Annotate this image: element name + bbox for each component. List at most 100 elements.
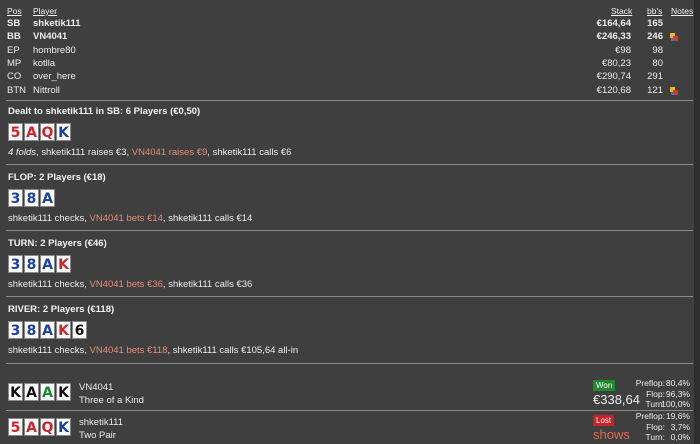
player-stack: €80,23 bbox=[601, 57, 631, 69]
turn-cards: 38AK bbox=[8, 255, 72, 274]
equity-value: 80,4% bbox=[665, 378, 690, 388]
equity-value: 0,0% bbox=[670, 432, 690, 442]
playing-card: K bbox=[56, 383, 71, 401]
playing-card: K bbox=[56, 123, 71, 141]
playing-card: 5 bbox=[8, 418, 23, 436]
col-header-pos[interactable]: Pos bbox=[7, 6, 22, 16]
col-header-notes[interactable]: Notes bbox=[671, 6, 693, 16]
villain-name[interactable]: VN4041 bbox=[79, 382, 113, 393]
river-cards: 38AK6 bbox=[8, 321, 88, 340]
col-header-player[interactable]: Player bbox=[33, 6, 57, 16]
player-pos: EP bbox=[7, 44, 20, 56]
player-row[interactable]: BTN Nittroll €120,68 121 bbox=[0, 85, 700, 98]
won-amount: €338,64 bbox=[593, 392, 640, 407]
player-bbs: 165 bbox=[647, 18, 663, 29]
shows-label: shows bbox=[593, 427, 630, 442]
player-stack: €98 bbox=[615, 44, 631, 56]
river-title: RIVER: 2 Players (€118) bbox=[8, 304, 115, 315]
player-name: shketik111 bbox=[33, 18, 81, 29]
player-name: kotlla bbox=[33, 57, 56, 69]
divider bbox=[6, 296, 693, 297]
playing-card: 6 bbox=[72, 321, 87, 339]
player-bbs: 121 bbox=[647, 84, 663, 96]
equity-value: 96,3% bbox=[665, 388, 690, 399]
playing-card: A bbox=[24, 123, 39, 141]
action-text: , shketik111 raises €3, bbox=[36, 147, 132, 158]
flop-actions: shketik111 checks, VN4041 bets €14, shke… bbox=[8, 213, 252, 224]
playing-card: 3 bbox=[8, 255, 23, 273]
player-row[interactable]: EP hombre80 €98 98 bbox=[0, 45, 700, 58]
col-header-stack[interactable]: Stack bbox=[611, 6, 632, 16]
player-name: over_here bbox=[33, 71, 76, 83]
action-text: , shketik111 calls €105,64 all-in bbox=[167, 345, 299, 356]
hero-name[interactable]: shketik111 bbox=[79, 417, 123, 428]
action-text: 4 folds bbox=[8, 147, 36, 158]
equity-label: Preflop: bbox=[635, 378, 665, 388]
player-stack: €120,68 bbox=[596, 84, 631, 96]
player-name: hombre80 bbox=[33, 44, 76, 56]
villain-cards: KAAK bbox=[8, 383, 72, 402]
player-pos: BB bbox=[7, 31, 21, 43]
equity-label: Flop: bbox=[646, 421, 665, 432]
player-row[interactable]: BB VN4041 €246,33 246 bbox=[0, 31, 700, 44]
villain-action: VN4041 bets €36 bbox=[89, 279, 163, 290]
villain-hand: Three of a Kind bbox=[79, 395, 144, 406]
note-flag-icon[interactable] bbox=[670, 86, 678, 95]
equity-label: Flop: bbox=[646, 388, 665, 399]
playing-card: A bbox=[24, 383, 39, 401]
player-pos: SB bbox=[7, 18, 21, 29]
player-pos: MP bbox=[7, 57, 22, 69]
divider bbox=[6, 230, 693, 231]
playing-card: A bbox=[40, 383, 55, 401]
preflop-actions: 4 folds, shketik111 raises €3, VN4041 ra… bbox=[8, 147, 291, 158]
player-row[interactable]: SB shketik111 €164,64 165 bbox=[0, 18, 700, 31]
player-name: VN4041 bbox=[33, 31, 68, 43]
player-row[interactable]: MP kotlla €80,23 80 bbox=[0, 58, 700, 71]
action-text: shketik111 checks, bbox=[8, 345, 90, 356]
playing-card: A bbox=[24, 418, 39, 436]
player-bbs: 291 bbox=[647, 71, 663, 83]
playing-card: 8 bbox=[24, 189, 39, 207]
equity-label: Preflop: bbox=[635, 411, 665, 421]
hero-hand: Two Pair bbox=[79, 430, 116, 441]
player-stack: €290,74 bbox=[596, 71, 631, 83]
scrollbar[interactable] bbox=[694, 0, 700, 444]
player-row[interactable]: CO over_here €290,74 291 bbox=[0, 71, 700, 84]
river-actions: shketik111 checks, VN4041 bets €118, shk… bbox=[8, 345, 298, 356]
hero-cards: 5AQK bbox=[8, 418, 72, 437]
turn-title: TURN: 2 Players (€46) bbox=[8, 238, 107, 249]
won-badge: Won bbox=[593, 380, 616, 391]
note-flag-icon[interactable] bbox=[670, 33, 678, 42]
action-text: , shketik111 calls €36 bbox=[162, 279, 253, 290]
player-pos: BTN bbox=[7, 84, 26, 96]
playing-card: K bbox=[56, 255, 71, 273]
playing-card: A bbox=[40, 321, 55, 339]
flop-cards: 38A bbox=[8, 189, 56, 208]
playing-card: K bbox=[56, 418, 71, 436]
playing-card: A bbox=[40, 189, 55, 207]
turn-actions: shketik111 checks, VN4041 bets €36, shke… bbox=[8, 279, 252, 290]
playing-card: 3 bbox=[8, 321, 23, 339]
playing-card: Q bbox=[40, 418, 55, 436]
action-text: , shketik111 calls €6 bbox=[207, 147, 292, 158]
player-bbs: 98 bbox=[652, 44, 663, 56]
playing-card: Q bbox=[40, 123, 55, 141]
lost-badge: Lost bbox=[593, 415, 615, 426]
villain-action: VN4041 raises €9 bbox=[131, 147, 208, 158]
equity-value: 100,0% bbox=[661, 399, 690, 409]
player-pos: CO bbox=[7, 71, 22, 83]
villain-action: VN4041 bets €14 bbox=[89, 213, 163, 224]
player-name: Nittroll bbox=[33, 84, 60, 96]
col-header-bbs[interactable]: bb's bbox=[647, 6, 662, 16]
divider bbox=[6, 164, 693, 165]
preflop-cards: 5AQK bbox=[8, 123, 72, 142]
flop-title: FLOP: 2 Players (€18) bbox=[8, 172, 106, 183]
player-bbs: 246 bbox=[647, 31, 663, 43]
action-text: shketik111 checks, bbox=[8, 213, 90, 224]
playing-card: 5 bbox=[8, 123, 23, 141]
divider bbox=[6, 363, 693, 364]
divider bbox=[6, 100, 693, 101]
action-text: , shketik111 calls €14 bbox=[162, 213, 253, 224]
playing-card: 8 bbox=[24, 321, 39, 339]
playing-card: 8 bbox=[24, 255, 39, 273]
